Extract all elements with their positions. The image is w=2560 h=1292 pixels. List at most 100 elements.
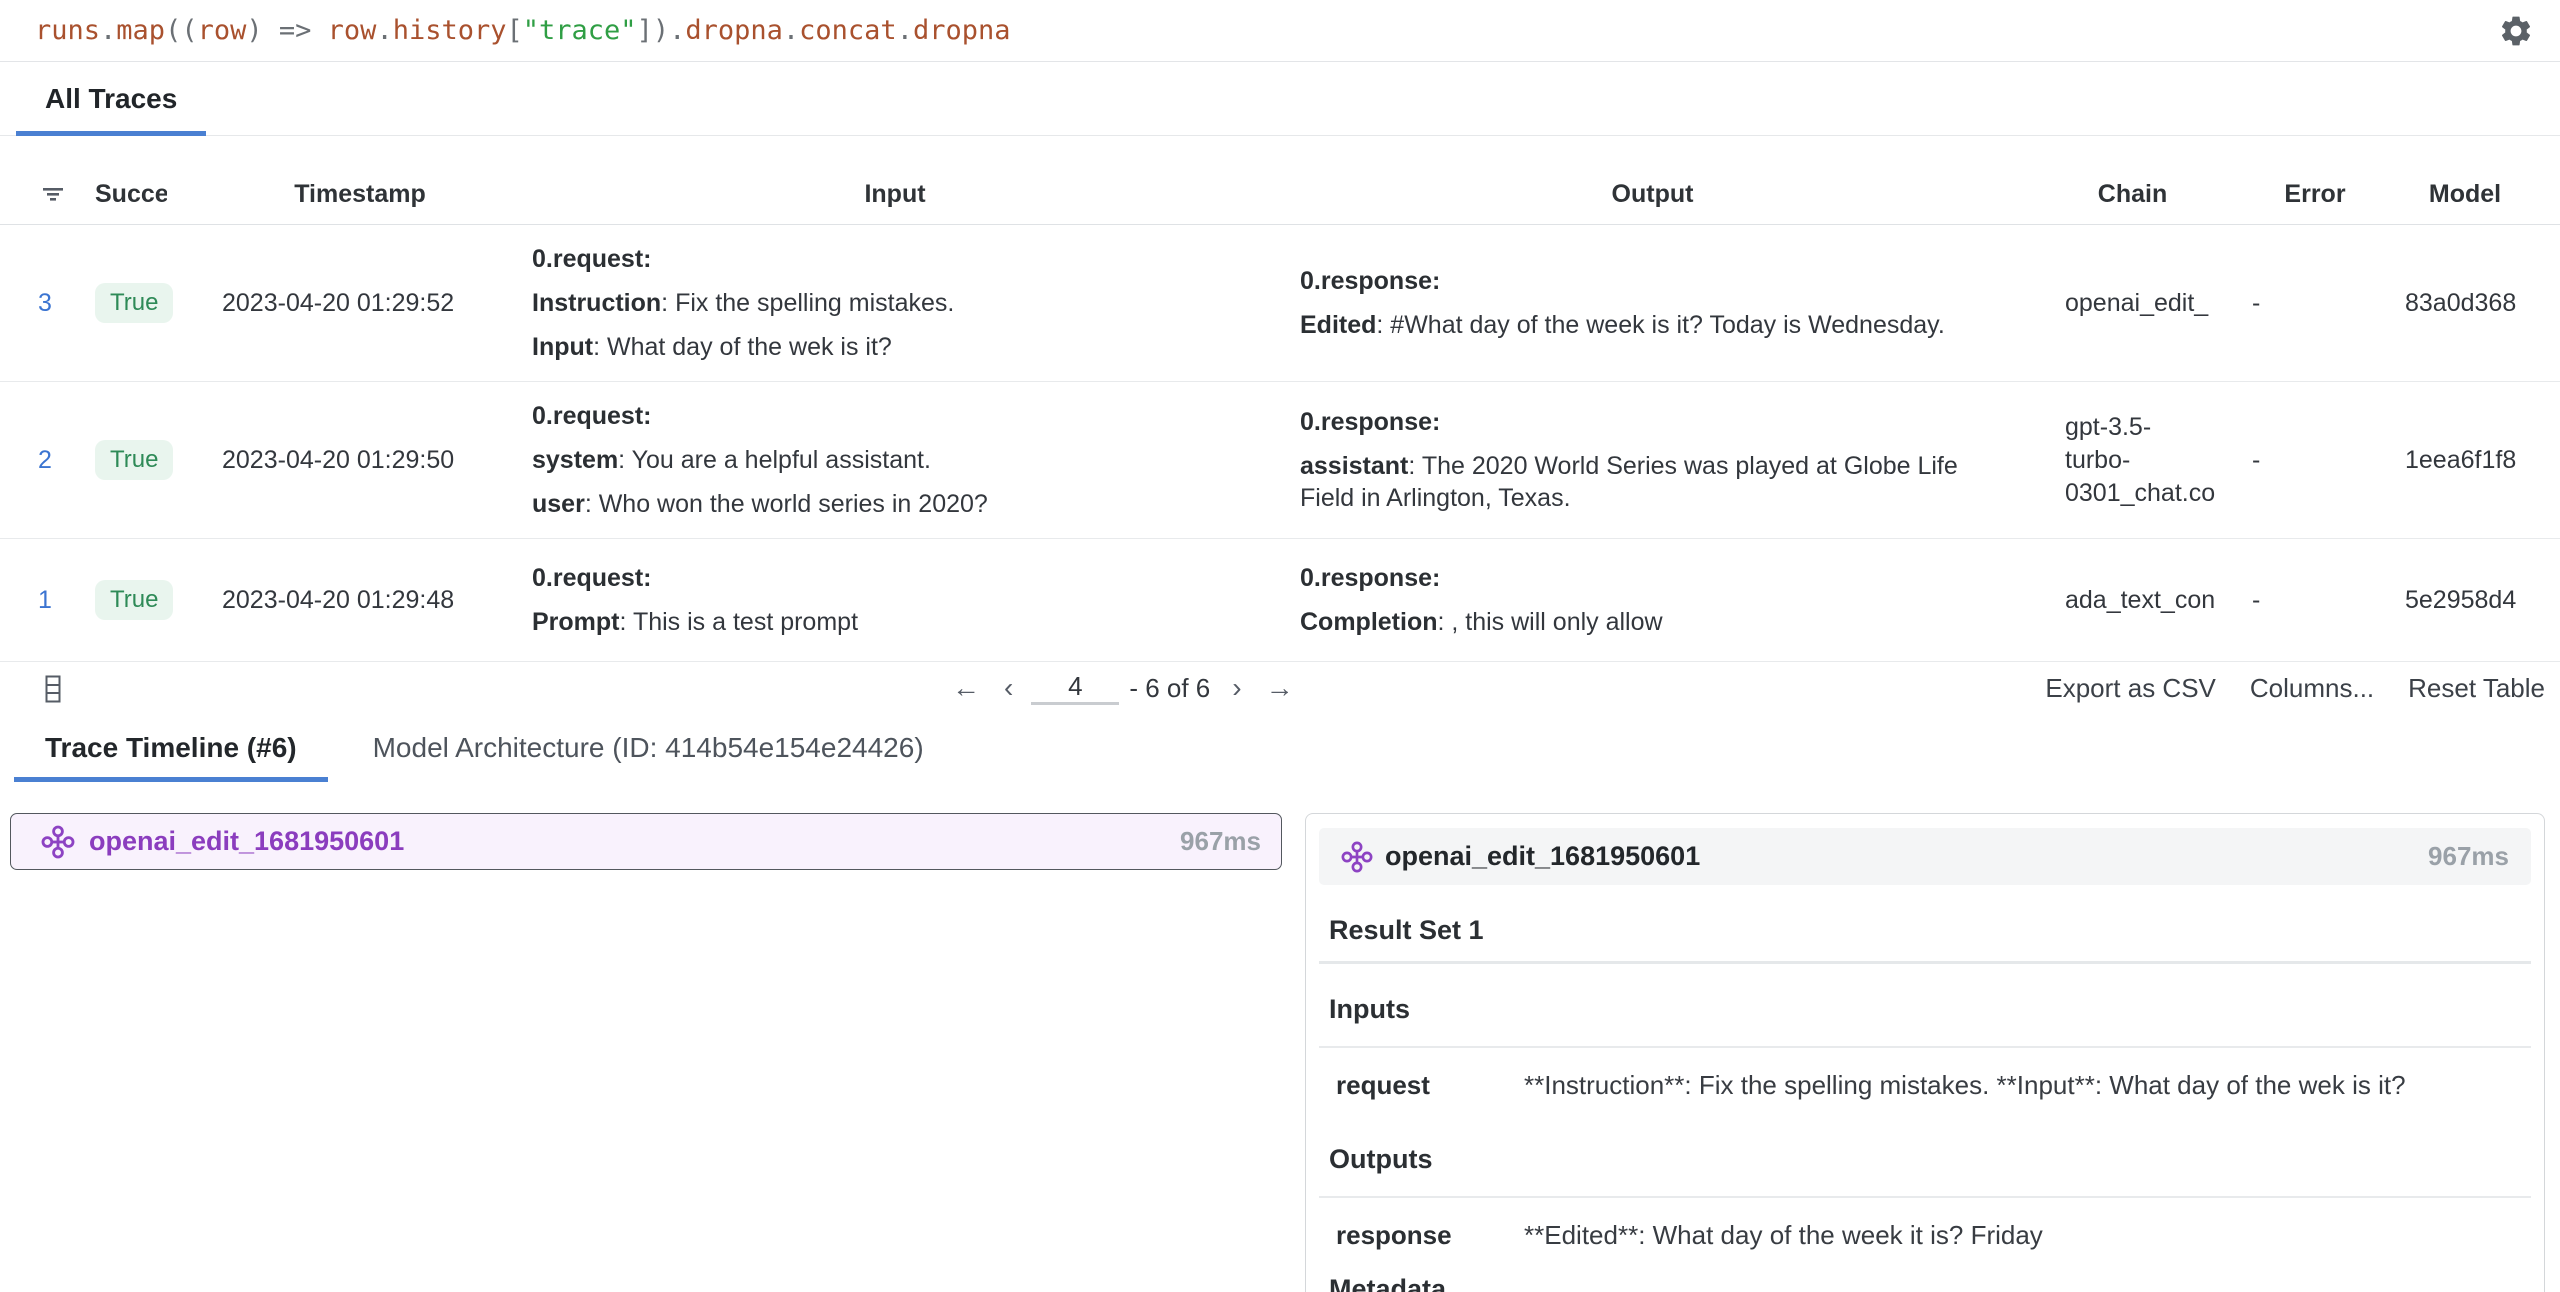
page-input[interactable] <box>1031 671 1119 705</box>
bold-text: 0.request: <box>532 402 651 430</box>
export-csv-button[interactable]: Export as CSV <box>2045 673 2216 704</box>
column-header-model[interactable]: Model <box>2429 180 2521 209</box>
pagination: ← ‹ - 6 of 6 › → <box>940 662 1306 714</box>
cell-paragraph: system: You are a helpful assistant. <box>532 444 1228 476</box>
text: : This is a test prompt <box>620 608 859 636</box>
span-duration: 967ms <box>1180 826 1261 857</box>
reset-table-button[interactable]: Reset Table <box>2408 673 2545 704</box>
row-index-link[interactable]: 1 <box>38 586 52 614</box>
cell-error: - <box>2240 444 2390 476</box>
bold-text: system <box>532 446 618 474</box>
cell-output: 0.response:Completion: , this will only … <box>1280 544 2025 656</box>
chain-line: 0301_chat.co <box>2065 477 2240 510</box>
table-footer: ← ‹ - 6 of 6 › → Export as CSV Columns..… <box>0 662 2560 714</box>
expression-token: dropna <box>913 15 1011 46</box>
expression-token: . <box>897 15 913 46</box>
cell-chain: ada_text_con <box>2025 584 2240 617</box>
page-range-label: - 6 of 6 <box>1129 673 1210 704</box>
bold-text: 0.response: <box>1300 408 1440 436</box>
cell-output: 0.response: Edited: #What day of the week… <box>1280 247 2025 359</box>
span-detail-panel: openai_edit_1681950601 967ms Result Set … <box>1305 813 2545 1292</box>
cell-timestamp: 2023-04-20 01:29:52 <box>210 287 510 319</box>
column-header-timestamp[interactable]: Timestamp <box>294 180 426 209</box>
column-header-chain[interactable]: Chain <box>2098 180 2167 209</box>
key-value-row: response**Edited**: What day of the week… <box>1319 1218 2531 1252</box>
cell-paragraph: Prompt: This is a test prompt <box>532 606 1228 638</box>
expression-token: row <box>328 15 377 46</box>
cell-input: 0.request:Instruction: Fix the spelling … <box>510 225 1280 381</box>
columns-button[interactable]: Columns... <box>2250 673 2374 704</box>
text: : Who won the world series in 2020? <box>585 490 988 518</box>
result-set-label: Result Set 1 <box>1319 913 2531 947</box>
cell-paragraph: Instruction: Fix the spelling mistakes. <box>532 287 1228 319</box>
expression-token: map <box>116 15 165 46</box>
row-index-link[interactable]: 3 <box>38 289 52 317</box>
kv-key: response <box>1319 1218 1524 1252</box>
table-actions: Export as CSV Columns... Reset Table <box>2045 662 2545 714</box>
span-label: openai_edit_1681950601 <box>89 826 404 857</box>
cell-paragraph: Input: What day of the wek is it? <box>532 331 1228 363</box>
last-page-button[interactable]: → <box>1254 672 1306 704</box>
detail-section: Outputs response**Edited**: What day of t… <box>1319 1142 2531 1252</box>
expression-token: . <box>783 15 799 46</box>
detail-title: openai_edit_1681950601 <box>1385 841 1700 872</box>
text: : Fix the spelling mistakes. <box>661 289 954 317</box>
column-header-error[interactable]: Error <box>2284 180 2345 209</box>
cell-paragraph: 0.request: <box>532 562 1228 594</box>
chain-line: turbo- <box>2065 444 2240 477</box>
cell-chain: openai_edit_ <box>2025 287 2240 320</box>
table-row[interactable]: 2 True2023-04-20 01:29:50 0.request: system… <box>0 382 2560 539</box>
cell-paragraph: Edited: #What day of the week is it? Tod… <box>1300 309 1975 341</box>
bold-text: assistant <box>1300 452 1408 480</box>
success-badge: True <box>95 580 173 620</box>
cell-model: 83a0d368 <box>2390 287 2560 319</box>
cell-input: 0.request: Prompt: This is a test prompt <box>510 544 1280 656</box>
weave-expression[interactable]: runs.map((row) => row.history["trace"]).… <box>35 15 1011 46</box>
next-page-button[interactable]: › <box>1220 672 1253 704</box>
cell-output: 0.response: assistant: The 2020 World Ser… <box>1280 388 2025 532</box>
table-row[interactable]: 3 True 2023-04-20 01:29:520.request:Instru… <box>0 225 2560 382</box>
detail-section: Inputsrequest**Instruction**: Fix the sp… <box>1319 992 2531 1102</box>
cell-timestamp: 2023-04-20 01:29:50 <box>210 444 510 476</box>
filter-icon[interactable] <box>40 183 66 205</box>
cell-success: True <box>90 440 210 480</box>
expression-token: . <box>376 15 392 46</box>
timeline-span-card[interactable]: openai_edit_1681950601 967ms <box>10 813 1282 870</box>
gear-icon[interactable] <box>2498 13 2534 49</box>
column-header-input[interactable]: Input <box>864 180 925 209</box>
column-header-success[interactable]: Success <box>95 180 167 209</box>
text: : , this will only allow <box>1438 608 1663 636</box>
cell-paragraph: Completion: , this will only allow <box>1300 606 1975 638</box>
text: : #What day of the week is it? Today is … <box>1376 311 1944 339</box>
expression-token: concat <box>799 15 897 46</box>
cell-chain: gpt-3.5-turbo-0301_chat.co <box>2025 411 2240 510</box>
expression-token: ) => <box>246 15 327 46</box>
bold-text: Instruction <box>532 289 661 317</box>
primary-tab-bar: All Traces <box>0 62 2560 136</box>
row-index-link[interactable]: 2 <box>38 446 52 474</box>
table-body: 3True2023-04-20 01:29:520.request:Instru… <box>0 225 2560 662</box>
divider <box>1319 1046 2531 1048</box>
section-heading: Inputs <box>1319 992 2531 1026</box>
section-heading: Metadata <box>1319 1272 2531 1292</box>
table-row[interactable]: 1True2023-04-20 01:29:480.request:Prompt… <box>0 539 2560 662</box>
section-heading: Outputs <box>1319 1142 2531 1176</box>
table-rows-icon[interactable] <box>44 674 62 704</box>
cell-paragraph: assistant: The 2020 World Series was pla… <box>1300 450 1975 514</box>
tab-model-architecture[interactable]: Model Architecture (ID: 414b54e154e24426… <box>342 714 955 782</box>
kv-value: **Edited**: What day of the week it is? … <box>1524 1218 2531 1252</box>
detail-duration: 967ms <box>2428 841 2509 872</box>
expression-token: (( <box>165 15 198 46</box>
cell-model: 5e2958d4 <box>2390 584 2560 616</box>
text: : You are a helpful assistant. <box>618 446 931 474</box>
detail-section: Metadata <box>1319 1272 2531 1292</box>
cell-index: 1 <box>26 584 90 616</box>
tab-all-traces[interactable]: All Traces <box>16 62 206 135</box>
column-header-output[interactable]: Output <box>1612 180 1694 209</box>
success-badge: True <box>95 283 173 323</box>
first-page-button[interactable]: ← <box>940 672 992 704</box>
prev-page-button[interactable]: ‹ <box>992 672 1025 704</box>
cell-paragraph: 0.response: <box>1300 265 1975 297</box>
expression-token: dropna <box>685 15 783 46</box>
tab-trace-timeline[interactable]: Trace Timeline (#6) <box>14 714 328 782</box>
